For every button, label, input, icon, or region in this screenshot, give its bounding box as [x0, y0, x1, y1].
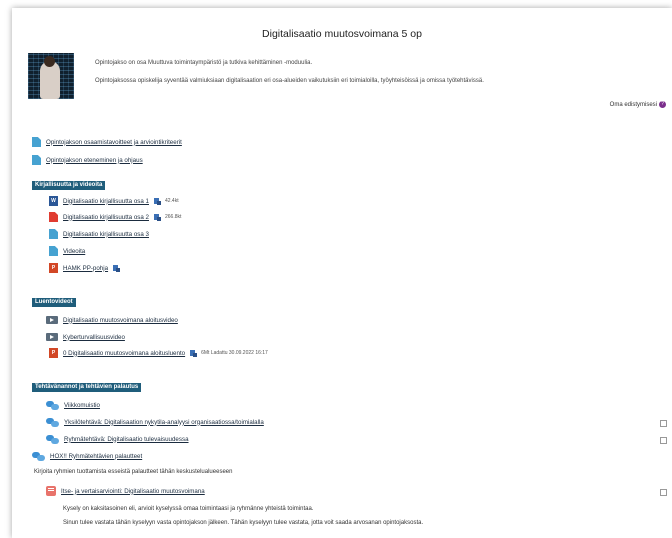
- help-icon[interactable]: ?: [659, 101, 666, 108]
- download-icon[interactable]: [113, 264, 121, 272]
- item-link[interactable]: Digitalisaatio kirjallisuutta osa 1: [63, 198, 149, 205]
- list-item[interactable]: Ryhmätehtävä: Digitalisaatio tulevaisuud…: [46, 434, 189, 444]
- list-item[interactable]: Viikkomuistio: [46, 400, 100, 410]
- forum-icon: [46, 434, 59, 444]
- pdf-icon: [49, 212, 58, 222]
- list-item[interactable]: Digitalisaatio kirjallisuutta osa 3: [49, 229, 149, 239]
- section-title-assignments: Tehtävänannot ja tehtävien palautus: [32, 383, 142, 392]
- item-link[interactable]: HAMK PP-pohja: [63, 265, 108, 272]
- course-title: Digitalisaatio muutosvoimana 5 op: [262, 28, 422, 40]
- forum-icon: [46, 417, 59, 427]
- course-image: [28, 53, 74, 99]
- course-intro-line-1: Opintojakso on osa Muuttuva toimintaympä…: [95, 60, 313, 66]
- survey-description-2: Sinun tulee vastata tähän kyselyyn vasta…: [63, 520, 424, 526]
- completion-checkbox[interactable]: [660, 489, 667, 496]
- survey-description-1: Kysely on kaksitasoinen eli, arvioit kys…: [63, 506, 314, 512]
- list-item[interactable]: HOX!! Ryhmätehtävien palautteet: [32, 451, 142, 461]
- course-page: Digitalisaatio muutosvoimana 5 op Opinto…: [12, 8, 672, 538]
- image-person-head: [44, 56, 55, 67]
- item-link[interactable]: Digitalisaatio kirjallisuutta osa 2: [63, 214, 149, 221]
- list-item[interactable]: Yksilötehtävä: Digitalisaation nykytila-…: [46, 417, 264, 427]
- progress-label: Oma edistymisesi: [609, 102, 657, 109]
- completion-checkbox[interactable]: [660, 437, 667, 444]
- feedback-note: Kirjoita ryhmien tuottamista esseistä pa…: [34, 469, 233, 475]
- item-link[interactable]: Yksilötehtävä: Digitalisaation nykytila-…: [64, 419, 264, 426]
- feedback-icon: [46, 486, 56, 496]
- file-icon: [49, 246, 58, 256]
- progress-info: Oma edistymisesi?: [610, 101, 666, 108]
- forum-icon: [32, 451, 45, 461]
- section-title-lectures: Luentovideot: [32, 298, 76, 307]
- download-icon[interactable]: [153, 197, 161, 205]
- general-item-progress[interactable]: Opintojakson eteneminen ja ohjaus: [32, 155, 143, 165]
- file-icon: [32, 155, 41, 165]
- item-link[interactable]: Viikkomuistio: [64, 402, 100, 409]
- ppt-icon: P: [49, 348, 58, 358]
- general-item-label[interactable]: Opintojakson osaamistavoitteet ja arvioi…: [46, 139, 182, 146]
- item-link[interactable]: Digitalisaatio kirjallisuutta osa 3: [63, 231, 149, 238]
- file-icon: [49, 229, 58, 239]
- list-item[interactable]: W Digitalisaatio kirjallisuutta osa 1 42…: [49, 196, 179, 206]
- item-link[interactable]: Digitalisaatio muutosvoimana aloitusvide…: [63, 317, 178, 324]
- file-size: 42.4kt: [164, 198, 179, 204]
- video-icon: [46, 333, 58, 341]
- ppt-icon: P: [49, 263, 58, 273]
- list-item[interactable]: P HAMK PP-pohja: [49, 263, 121, 273]
- course-intro-line-2: Opintojaksossa opiskelija syventää valmi…: [95, 78, 484, 84]
- general-item-label[interactable]: Opintojakson eteneminen ja ohjaus: [46, 157, 143, 164]
- download-icon[interactable]: [190, 349, 198, 357]
- list-item[interactable]: Digitalisaatio muutosvoimana aloitusvide…: [46, 315, 178, 325]
- item-link[interactable]: Kyberturvallisuusvideo: [63, 334, 125, 341]
- list-item[interactable]: Itse- ja vertaisarviointi: Digitalisaati…: [46, 486, 205, 496]
- file-meta: 6Mt Ladattu 30.09.2022 16:17: [201, 350, 268, 356]
- file-icon: [32, 137, 41, 147]
- completion-checkbox[interactable]: [660, 420, 667, 427]
- list-item[interactable]: P 0 Digitalisaatio muutosvoimana aloitus…: [49, 348, 268, 358]
- list-item[interactable]: Digitalisaatio kirjallisuutta osa 2 266.…: [49, 212, 181, 222]
- file-size: 266.8kt: [164, 214, 182, 220]
- video-icon: [46, 316, 58, 324]
- item-link[interactable]: 0 Digitalisaatio muutosvoimana aloituslu…: [63, 350, 185, 357]
- word-icon: W: [49, 196, 58, 206]
- item-link[interactable]: Videoita: [63, 248, 85, 255]
- item-link[interactable]: HOX!! Ryhmätehtävien palautteet: [50, 453, 142, 460]
- item-link[interactable]: Ryhmätehtävä: Digitalisaatio tulevaisuud…: [64, 436, 189, 443]
- list-item[interactable]: Videoita: [49, 246, 85, 256]
- item-link[interactable]: Itse- ja vertaisarviointi: Digitalisaati…: [61, 488, 205, 495]
- list-item[interactable]: Kyberturvallisuusvideo: [46, 332, 125, 342]
- general-item-goals[interactable]: Opintojakson osaamistavoitteet ja arvioi…: [32, 137, 182, 147]
- forum-icon: [46, 400, 59, 410]
- section-title-literature: Kirjallisuutta ja videoita: [32, 181, 106, 190]
- download-icon[interactable]: [153, 213, 161, 221]
